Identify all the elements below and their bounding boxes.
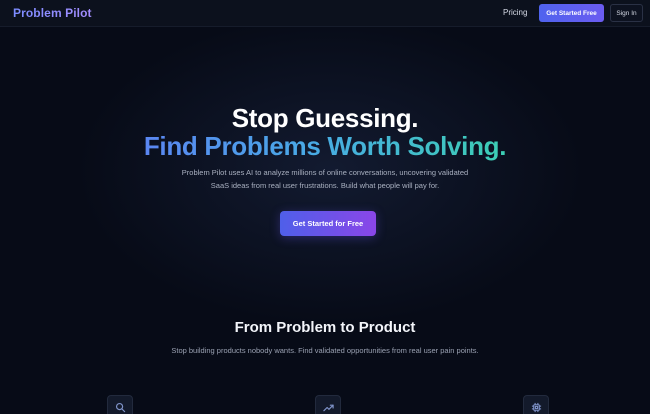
section-description: Stop building products nobody wants. Fin…: [171, 346, 479, 355]
feature-card-trending: [315, 395, 341, 414]
hero-title-line2: Find Problems Worth Solving.: [0, 131, 650, 162]
hero-cta-button[interactable]: Get Started for Free: [280, 211, 376, 236]
header-get-started-button[interactable]: Get Started Free: [539, 4, 604, 22]
cpu-chip-icon: [531, 402, 541, 413]
section-title: From Problem to Product: [234, 319, 416, 336]
logo[interactable]: Problem Pilot: [13, 6, 92, 20]
nav-link-pricing[interactable]: Pricing: [503, 8, 527, 17]
search-icon: [115, 402, 125, 413]
sign-in-button[interactable]: Sign In: [610, 4, 643, 22]
feature-card-search: [107, 395, 133, 414]
hero-title-line1: Stop Guessing.: [231, 103, 419, 133]
top-navigation-bar: Problem Pilot Pricing Get Started Free S…: [0, 0, 650, 27]
trending-up-icon: [322, 404, 334, 412]
landing-page: Problem Pilot Pricing Get Started Free S…: [0, 0, 650, 414]
feature-card-ai: [523, 395, 549, 414]
hero-description: Problem Pilot uses AI to analyze million…: [181, 168, 469, 190]
hero-title-gradient-text: Find Problems Worth Solving.: [143, 131, 507, 161]
